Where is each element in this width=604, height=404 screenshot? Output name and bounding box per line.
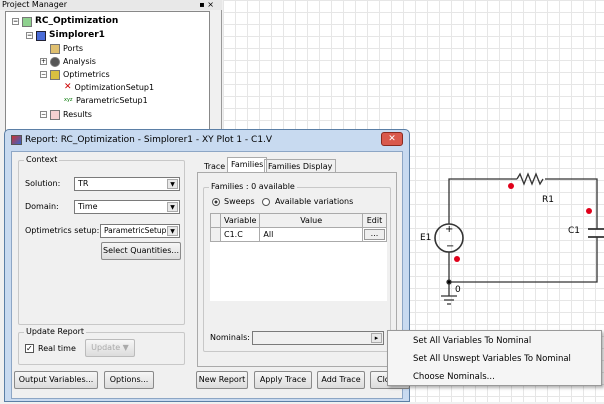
tree-item-results[interactable]: − Results [40,109,92,120]
close-window-button[interactable]: ✕ [381,132,403,146]
new-report-button[interactable]: New Report [196,371,248,389]
optimetrics-icon [50,69,60,80]
nominals-field[interactable]: ▸ [252,331,384,345]
chevron-down-icon: ▼ [167,226,178,236]
dialog-body: Context Solution: TR ▼ Domain: Time ▼ Opti… [11,151,410,399]
tab-families-display[interactable]: Families Display [264,159,337,173]
project-manager-title: Project Manager ▪ × [0,0,222,10]
optimetrics-setup-select[interactable]: ParametricSetup1 ▼ [100,224,180,238]
families-table: Variable Value Edit C1.C All... [210,213,387,301]
chevron-down-icon: ▼ [167,202,178,212]
available-variations-radio[interactable] [262,198,270,206]
tree-item-project[interactable]: − RC_Optimization [12,16,118,27]
parametric-icon: xyz [64,97,73,103]
options-button[interactable]: Options... [104,371,154,389]
tree-item-optimetrics[interactable]: − Optimetrics [40,69,110,80]
tree-item-design[interactable]: − Simplorer1 [26,30,105,41]
tab-trace[interactable]: Trace [200,159,229,173]
realtime-checkbox[interactable]: ✓ [25,344,34,353]
tree-item-optimization-setup[interactable]: ✕ OptimizationSetup1 [64,82,154,93]
collapse-icon[interactable]: − [40,111,47,118]
c1-label: C1 [568,226,581,236]
tree-item-parametric-setup[interactable]: xyz ParametricSetup1 [64,95,148,106]
menu-item-set-unswept-nominal[interactable]: Set All Unswept Variables To Nominal [413,354,571,364]
arrow-right-icon[interactable]: ▸ [371,333,382,343]
dialog-title-bar[interactable]: Report: RC_Optimization - Simplorer1 - X… [5,130,409,150]
menu-item-set-all-nominal[interactable]: Set All Variables To Nominal [413,336,531,346]
marker [508,183,514,189]
optimization-icon: ✕ [64,82,72,92]
output-variables-button[interactable]: Output Variables... [14,371,98,389]
domain-select[interactable]: Time ▼ [74,200,180,214]
report-dialog: Report: RC_Optimization - Simplorer1 - X… [4,129,410,402]
solution-select[interactable]: TR ▼ [74,177,180,191]
ground-label: 0 [455,285,461,295]
svg-text:−: − [446,241,454,252]
menu-item-choose-nominals[interactable]: Choose Nominals... [413,372,495,382]
edit-value-button[interactable]: ... [364,229,385,240]
apply-trace-button[interactable]: Apply Trace [254,371,312,389]
report-icon [11,135,22,145]
tab-families[interactable]: Families [227,157,268,173]
resistor-r1 [516,172,544,186]
design-icon [36,30,46,41]
marker [454,256,460,262]
capacitor-c1 [588,228,604,238]
collapse-icon[interactable]: − [12,18,19,25]
chevron-down-icon: ▼ [167,179,178,189]
nominals-context-menu: Set All Variables To Nominal Set All Uns… [387,330,602,386]
update-button[interactable]: Update ▼ [85,339,135,357]
collapse-icon[interactable]: − [26,32,33,39]
e1-label: E1 [420,233,432,243]
sweeps-radio[interactable] [212,198,220,206]
collapse-icon[interactable]: − [40,71,47,78]
families-group: Families : 0 available Sweeps Available … [203,182,391,352]
families-tab-panel: Families : 0 available Sweeps Available … [197,172,397,367]
update-report-group: Update Report ✓ Real time Update ▼ [18,327,185,365]
project-icon [22,16,32,27]
svg-text:+: + [445,224,453,235]
r1-label: R1 [542,195,554,205]
expand-icon[interactable]: + [40,58,47,65]
table-row[interactable]: C1.C All... [210,227,387,242]
select-quantities-button[interactable]: Select Quantities... [101,242,181,260]
results-icon [50,109,60,120]
marker [586,208,592,214]
context-group: Context Solution: TR ▼ Domain: Time ▼ Opti… [18,155,185,325]
add-trace-button[interactable]: Add Trace [317,371,365,389]
ports-icon [50,43,60,54]
tree-item-ports[interactable]: Ports [50,43,83,54]
tree-item-analysis[interactable]: + Analysis [40,56,96,67]
panel-controls[interactable]: ▪ × [199,0,214,10]
analysis-icon [50,56,60,67]
